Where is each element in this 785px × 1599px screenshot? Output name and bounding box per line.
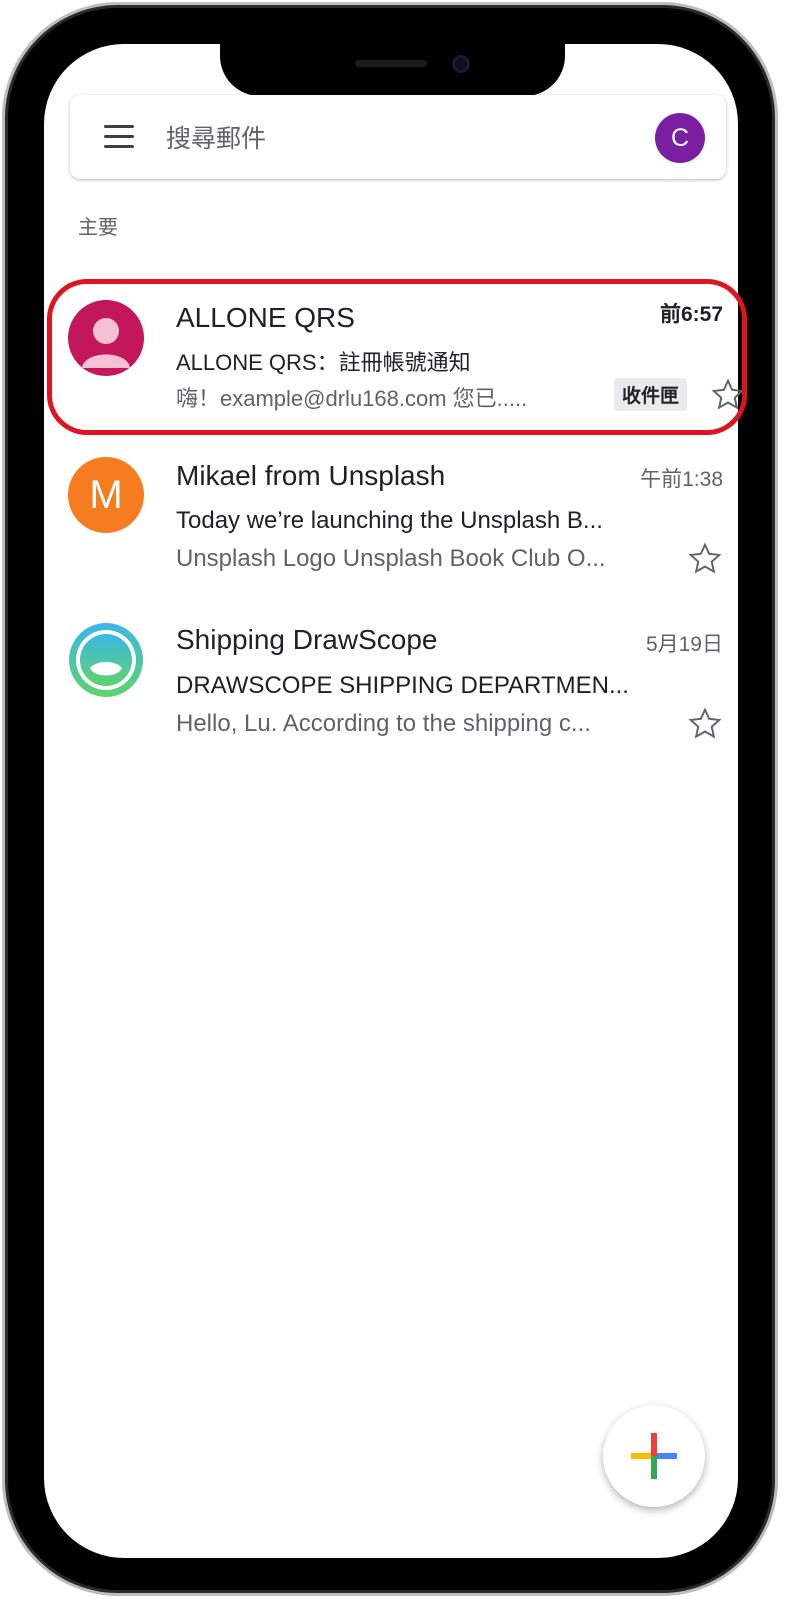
highlight-box — [47, 279, 747, 435]
search-input[interactable]: 搜尋郵件 — [166, 119, 266, 155]
email-time: 5月19日 — [645, 633, 723, 656]
camera — [452, 55, 470, 73]
email-row[interactable]: M Mikael from Unsplash 午前1:38 Today we’r… — [0, 455, 785, 605]
sender-name: Shipping DrawScope — [176, 624, 438, 655]
sender-avatar: M — [68, 457, 144, 533]
email-subject: DRAWSCOPE SHIPPING DEPARTMEN... — [176, 672, 629, 699]
email-row[interactable]: Shipping DrawScope 5月19日 DRAWSCOPE SHIPP… — [0, 620, 785, 770]
account-avatar[interactable]: C — [655, 113, 705, 163]
search-bar[interactable]: 搜尋郵件 C — [70, 95, 726, 179]
email-subject: Today we’re launching the Unsplash B... — [176, 507, 603, 534]
speaker — [355, 60, 427, 67]
star-icon[interactable] — [687, 706, 723, 742]
email-snippet: Hello, Lu. According to the shipping c..… — [176, 710, 591, 737]
compose-plus-icon — [631, 1433, 677, 1479]
sender-avatar — [68, 622, 144, 698]
sender-name: Mikael from Unsplash — [176, 460, 446, 491]
email-snippet: Unsplash Logo Unsplash Book Club O... — [176, 545, 606, 572]
star-icon[interactable] — [687, 541, 723, 577]
compose-button[interactable] — [603, 1405, 705, 1507]
screen — [44, 44, 738, 1558]
section-label: 主要 — [78, 217, 118, 239]
menu-icon[interactable] — [104, 125, 134, 149]
notch — [220, 44, 565, 96]
email-time: 午前1:38 — [640, 468, 723, 491]
